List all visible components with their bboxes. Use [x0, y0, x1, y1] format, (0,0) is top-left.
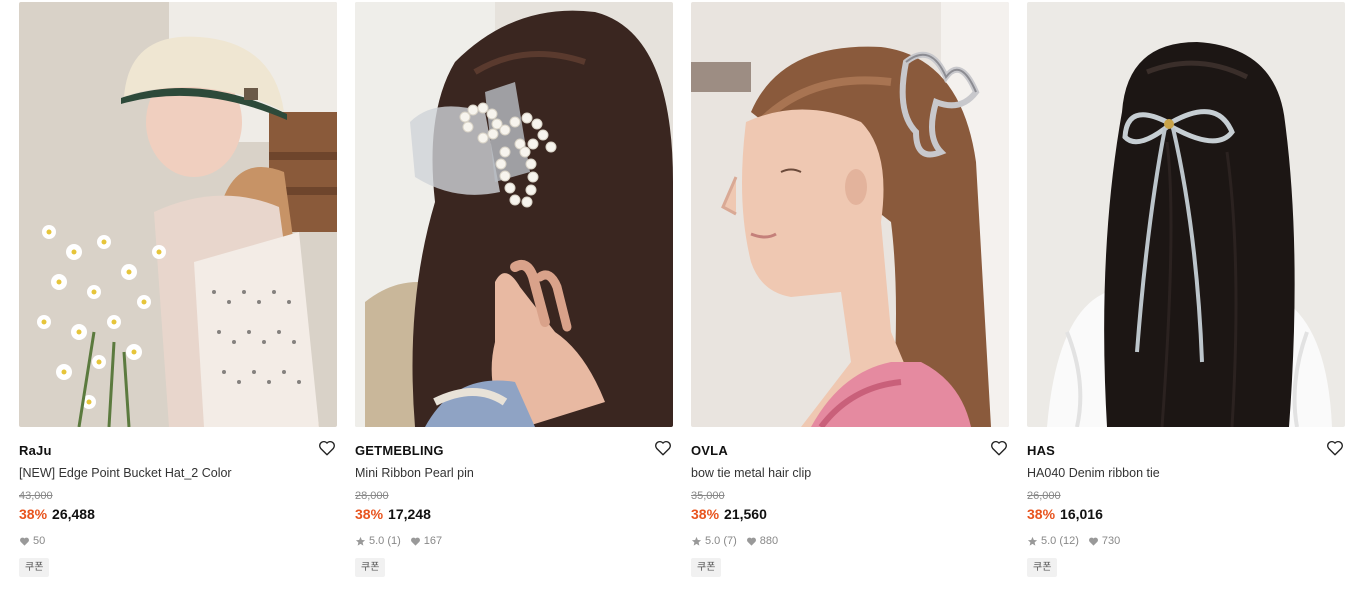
product-name[interactable]: bow tie metal hair clip	[691, 466, 811, 480]
discount-rate: 38%	[1027, 506, 1056, 522]
product-image[interactable]	[1027, 2, 1345, 427]
product-image[interactable]	[355, 2, 673, 427]
wishlist-heart-icon[interactable]	[990, 439, 1008, 457]
product-stats: 5.0 (1) 167	[355, 535, 442, 547]
likes-heart-icon	[1088, 537, 1098, 546]
product-stats: 5.0 (12) 730	[1027, 535, 1120, 547]
original-price: 35,000	[691, 490, 725, 502]
original-price: 28,000	[355, 490, 389, 502]
likes-heart-icon	[410, 537, 420, 546]
discount-rate: 38%	[19, 506, 48, 522]
likes-count: 167	[423, 535, 443, 547]
wishlist-heart-icon[interactable]	[318, 439, 336, 457]
coupon-badge: 쿠폰	[355, 558, 386, 577]
product-name[interactable]: HA040 Denim ribbon tie	[1027, 466, 1160, 480]
likes-count: 880	[759, 535, 779, 547]
brand-name[interactable]: HAS	[1027, 443, 1055, 458]
rating-text: 5.0 (12)	[1041, 535, 1079, 547]
likes-heart-icon	[20, 537, 29, 546]
sale-price: 26,488	[52, 506, 95, 522]
original-price: 43,000	[19, 490, 53, 502]
product-card[interactable]: GETMEBLING Mini Ribbon Pearl pin 28,000 …	[355, 0, 673, 590]
price-row: 38% 16,016	[1027, 506, 1103, 522]
product-name[interactable]: Mini Ribbon Pearl pin	[355, 466, 474, 480]
wishlist-heart-icon[interactable]	[654, 439, 672, 457]
product-image[interactable]	[19, 2, 337, 427]
price-row: 38% 21,560	[691, 506, 767, 522]
sale-price: 16,016	[1060, 506, 1103, 522]
sale-price: 21,560	[724, 506, 767, 522]
price-row: 38% 26,488	[19, 506, 95, 522]
likes-count: 50	[33, 535, 46, 547]
coupon-badge: 쿠폰	[691, 558, 722, 577]
product-image[interactable]	[691, 2, 1009, 427]
coupon-badge: 쿠폰	[1027, 558, 1058, 577]
original-price: 26,000	[1027, 490, 1061, 502]
product-card[interactable]: HAS HA040 Denim ribbon tie 26,000 38% 16,…	[1027, 0, 1345, 590]
star-icon	[355, 536, 366, 546]
product-name[interactable]: [NEW] Edge Point Bucket Hat_2 Color	[19, 466, 232, 480]
product-card[interactable]: RaJu [NEW] Edge Point Bucket Hat_2 Color…	[19, 0, 337, 590]
star-icon	[1027, 536, 1038, 546]
likes-count: 730	[1101, 535, 1121, 547]
brand-name[interactable]: RaJu	[19, 443, 52, 458]
product-stats: 5.0 (7) 880	[691, 535, 778, 547]
rating-text: 5.0 (1)	[369, 535, 401, 547]
brand-name[interactable]: GETMEBLING	[355, 443, 444, 458]
product-stats: 50	[19, 535, 45, 547]
coupon-badge: 쿠폰	[19, 558, 50, 577]
wishlist-heart-icon[interactable]	[1326, 439, 1344, 457]
brand-name[interactable]: OVLA	[691, 443, 728, 458]
discount-rate: 38%	[691, 506, 720, 522]
star-icon	[691, 536, 702, 546]
price-row: 38% 17,248	[355, 506, 431, 522]
product-grid: RaJu [NEW] Edge Point Bucket Hat_2 Color…	[0, 0, 1359, 590]
sale-price: 17,248	[388, 506, 431, 522]
product-card[interactable]: OVLA bow tie metal hair clip 35,000 38% 2…	[691, 0, 1009, 590]
likes-heart-icon	[746, 537, 756, 546]
rating-text: 5.0 (7)	[705, 535, 737, 547]
discount-rate: 38%	[355, 506, 384, 522]
